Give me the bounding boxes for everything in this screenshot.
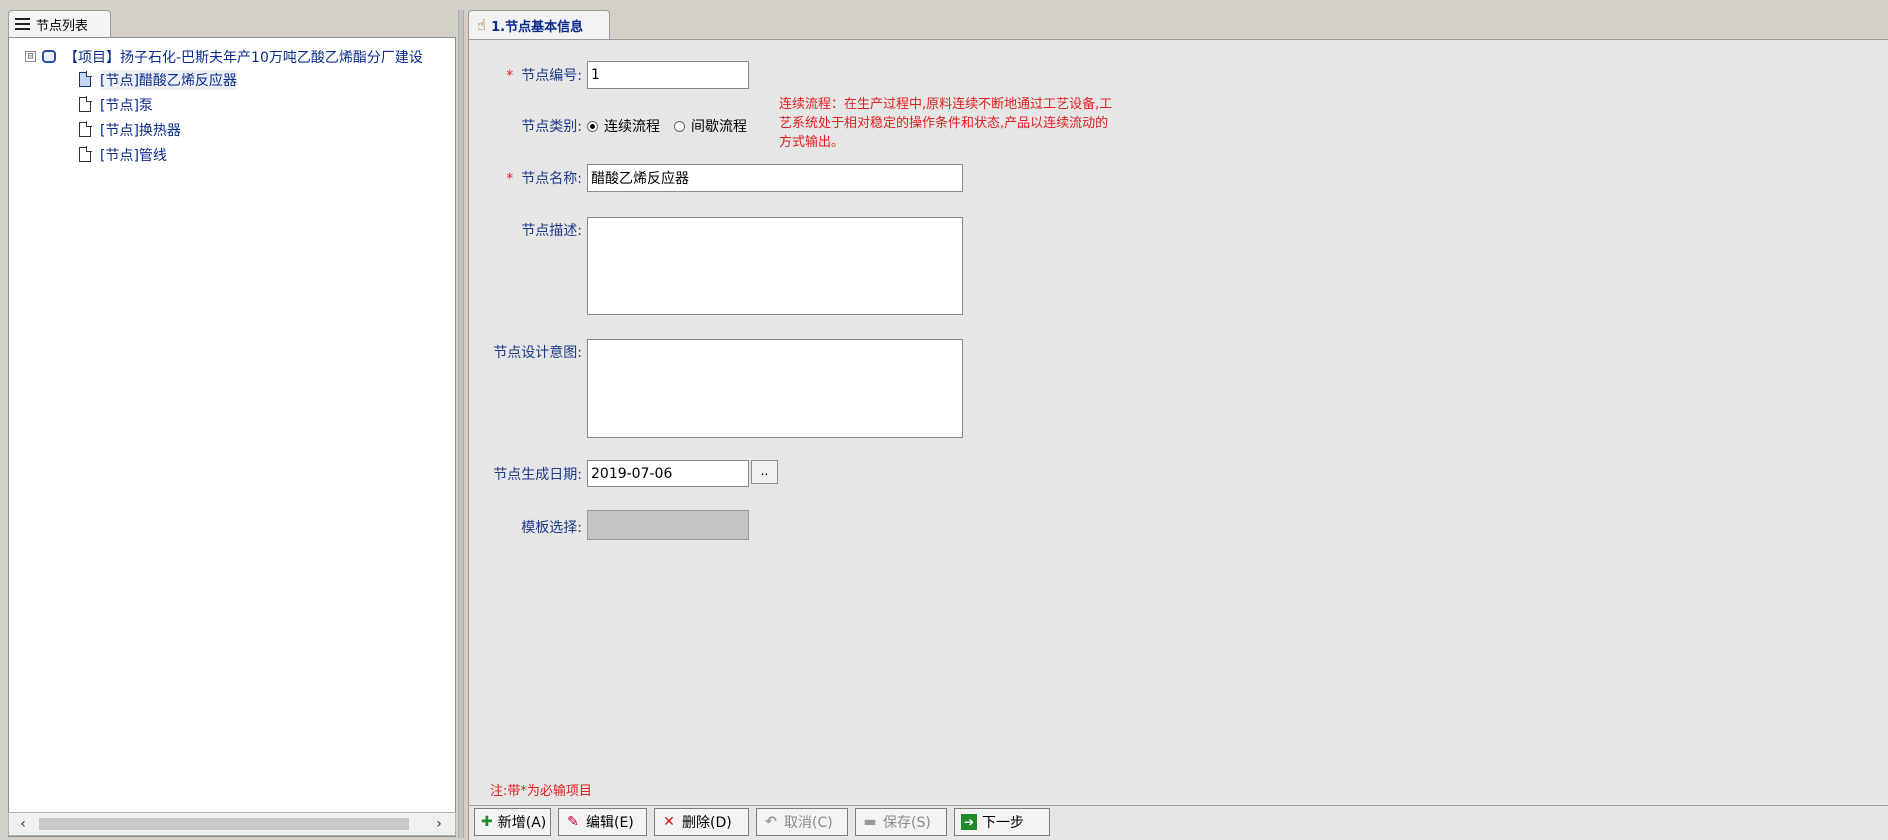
collapse-icon[interactable]: ⊟ [25,51,36,62]
node-tree-panel: ⊟ 【项目】扬子石化-巴斯夫年产10万吨乙酸乙烯酯分厂建设 [节点]醋酸乙烯反应… [8,37,456,837]
hand-icon: ☝ [477,16,487,34]
required-note: 注:带*为必输项目 [490,784,592,799]
node-type-label: 节点类别: [521,119,582,135]
tab-node-list-label: 节点列表 [36,18,89,34]
next-button[interactable]: ➔ 下一步 [954,808,1050,836]
save-button-label: 保存(S) [883,815,931,831]
horizontal-scrollbar[interactable]: ‹ › [8,812,456,836]
panel-splitter[interactable] [458,10,464,838]
creation-date-input[interactable]: 2019-07-06 [587,460,749,487]
node-tree: ⊟ 【项目】扬子石化-巴斯夫年产10万吨乙酸乙烯酯分厂建设 [节点]醋酸乙烯反应… [25,46,423,167]
node-number-input[interactable]: 1 [587,61,749,89]
node-type-radio-group: 连续流程 间歇流程 [587,116,747,136]
edit-button[interactable]: ✎ 编辑(E) [558,808,647,836]
plus-icon: ✚ [481,814,493,830]
tree-node-label[interactable]: [节点]醋酸乙烯反应器 [100,69,237,90]
undo-icon: ↶ [765,814,777,830]
delete-icon: ✕ [663,814,675,830]
delete-button-label: 删除(D) [682,815,732,831]
next-arrow-icon: ➔ [961,814,977,830]
node-type-hint: 连续流程：在生产过程中,原料连续不断地通过工艺设备,工艺系统处于相对稳定的操作条… [779,97,1113,150]
save-icon: ▬ [863,814,877,830]
tree-root-project[interactable]: ⊟ 【项目】扬子石化-巴斯夫年产10万吨乙酸乙烯酯分厂建设 [25,46,423,67]
action-toolbar: ✚ 新增(A) ✎ 编辑(E) ✕ 删除(D) ↶ 取消(C) ▬ 保存(S) … [474,808,1050,836]
radio-continuous-label[interactable]: 连续流程 [604,116,660,136]
cancel-button-label: 取消(C) [784,815,833,831]
design-intent-textarea[interactable] [587,339,963,438]
tree-node-label[interactable]: [节点]换热器 [100,120,181,140]
toolbar-divider [468,805,1888,806]
node-desc-label: 节点描述: [521,223,582,239]
required-mark: * [506,68,514,84]
cancel-button[interactable]: ↶ 取消(C) [756,808,848,836]
radio-continuous[interactable] [587,120,598,132]
radio-batch[interactable] [674,120,685,132]
project-label[interactable]: 【项目】扬子石化-巴斯夫年产10万吨乙酸乙烯酯分厂建设 [64,47,423,67]
scroll-right-icon[interactable]: › [429,815,449,833]
tree-node-item[interactable]: [节点]管线 [79,142,423,167]
design-intent-label: 节点设计意图: [493,345,582,361]
radio-batch-label[interactable]: 间歇流程 [691,116,747,136]
tree-node-item[interactable]: [节点]泵 [79,92,423,117]
page-icon [79,121,92,137]
node-name-label: * 节点名称: [506,171,582,187]
template-label: 模板选择: [521,520,582,536]
tree-node-item[interactable]: [节点]醋酸乙烯反应器 [79,67,423,92]
delete-button[interactable]: ✕ 删除(D) [654,808,749,836]
scroll-left-icon[interactable]: ‹ [13,815,33,833]
node-form-panel [468,39,1888,840]
node-name-input[interactable]: 醋酸乙烯反应器 [587,164,963,192]
tree-node-label[interactable]: [节点]泵 [100,95,153,115]
date-picker-button[interactable]: .. [751,460,778,484]
tree-node-item[interactable]: [节点]换热器 [79,117,423,142]
node-desc-textarea[interactable] [587,217,963,315]
required-mark: * [506,171,514,187]
edit-button-label: 编辑(E) [586,815,634,831]
creation-date-label: 节点生成日期: [493,467,582,483]
template-select [587,510,749,540]
add-button-label: 新增(A) [497,815,547,831]
add-button[interactable]: ✚ 新增(A) [474,808,551,836]
page-icon [79,96,92,112]
tab-node-list[interactable]: 节点列表 [8,10,111,37]
next-button-label: 下一步 [982,815,1024,831]
tab-node-basic-info[interactable]: ☝ 1.节点基本信息 [468,10,610,39]
edit-icon: ✎ [567,814,579,830]
list-icon [15,18,30,30]
scroll-thumb[interactable] [39,818,409,830]
node-number-label: * 节点编号: [506,68,582,84]
page-icon [79,146,92,162]
tree-node-label[interactable]: [节点]管线 [100,145,167,165]
save-button[interactable]: ▬ 保存(S) [855,808,947,836]
project-icon [42,50,56,63]
tab-node-basic-info-label: 1.节点基本信息 [491,19,584,35]
document-icon [79,71,92,87]
